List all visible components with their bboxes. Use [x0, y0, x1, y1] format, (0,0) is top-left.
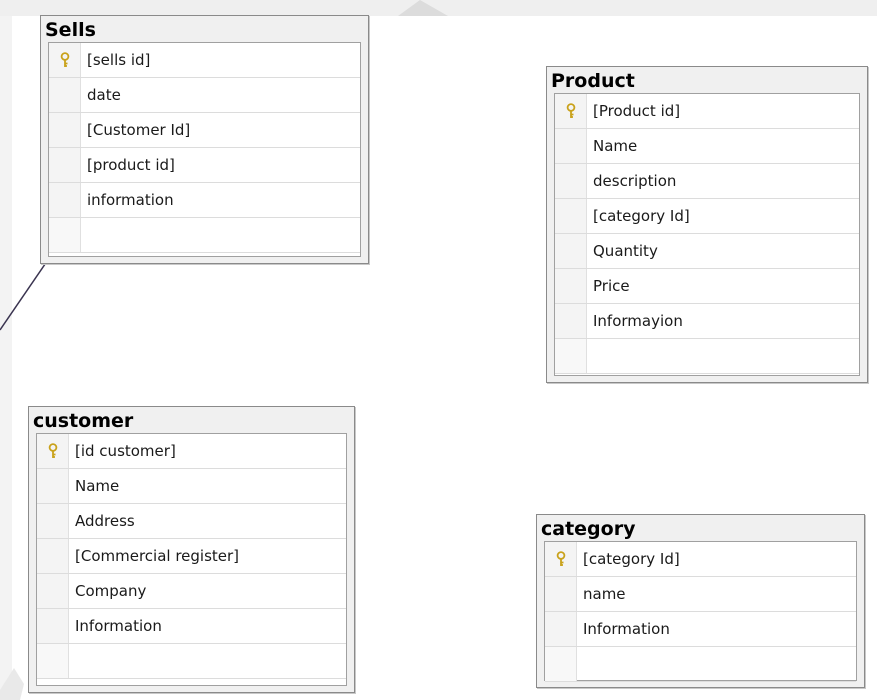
row-selector[interactable] — [555, 199, 587, 233]
column-name: name — [583, 585, 626, 603]
column-row[interactable]: description — [555, 164, 859, 199]
table-title: category — [541, 518, 636, 540]
column-row[interactable]: Name — [555, 129, 859, 164]
row-selector[interactable] — [545, 647, 577, 681]
column-name: Name — [593, 137, 638, 155]
row-selector[interactable] — [555, 164, 587, 198]
column-row[interactable]: name — [545, 577, 856, 612]
column-row[interactable]: Information — [37, 609, 346, 644]
row-selector[interactable] — [555, 339, 587, 373]
column-row[interactable]: [category Id] — [555, 199, 859, 234]
column-name: Information — [583, 620, 670, 638]
column-name: [sells id] — [87, 51, 151, 69]
column-row[interactable]: Price — [555, 269, 859, 304]
row-selector[interactable] — [555, 304, 587, 338]
empty-new-row[interactable] — [49, 218, 360, 253]
key-icon — [556, 551, 565, 566]
table-customer[interactable]: customer [id customer] Name Address [Commer… — [28, 406, 355, 693]
column-row[interactable]: [id customer] — [37, 434, 346, 469]
key-icon — [48, 443, 57, 458]
column-grid: [Product id] Name description [category Id]… — [554, 93, 860, 376]
column-grid: [category Id] name Information — [544, 541, 857, 682]
row-selector[interactable] — [49, 43, 81, 77]
column-name: Company — [75, 582, 147, 600]
row-selector[interactable] — [555, 234, 587, 268]
column-row[interactable]: [category Id] — [545, 542, 856, 577]
column-row[interactable]: Information — [545, 612, 856, 647]
row-selector[interactable] — [555, 94, 587, 128]
row-selector[interactable] — [49, 183, 81, 217]
column-name: [product id] — [87, 156, 175, 174]
row-selector[interactable] — [37, 469, 69, 503]
table-title: Sells — [45, 19, 96, 41]
table-title: Product — [551, 70, 635, 92]
row-selector[interactable] — [545, 577, 577, 611]
column-row[interactable]: Name — [37, 469, 346, 504]
row-selector[interactable] — [545, 542, 577, 576]
column-name: [id customer] — [75, 442, 176, 460]
row-selector[interactable] — [49, 113, 81, 147]
column-row[interactable]: Address — [37, 504, 346, 539]
column-name: Price — [593, 277, 630, 295]
column-name: [Customer Id] — [87, 121, 191, 139]
row-selector[interactable] — [37, 504, 69, 538]
column-name: date — [87, 86, 121, 104]
column-row[interactable]: Quantity — [555, 234, 859, 269]
table-category[interactable]: category [category Id] name Information — [536, 514, 865, 688]
row-selector[interactable] — [37, 644, 69, 678]
column-row[interactable]: [Commercial register] — [37, 539, 346, 574]
column-name: information — [87, 191, 174, 209]
row-selector[interactable] — [37, 574, 69, 608]
column-grid: [sells id] date [Customer Id] [product id] i… — [48, 42, 361, 257]
empty-new-row[interactable] — [37, 644, 346, 679]
column-grid: [id customer] Name Address [Commercial regi… — [36, 433, 347, 686]
column-name: Quantity — [593, 242, 658, 260]
column-name: [category Id] — [593, 207, 690, 225]
table-sells[interactable]: Sells [sells id] date [Customer Id] [produc… — [40, 15, 369, 264]
row-selector[interactable] — [37, 609, 69, 643]
column-name: Name — [75, 477, 120, 495]
left-band — [0, 16, 12, 700]
column-name: [category Id] — [583, 550, 680, 568]
row-selector[interactable] — [37, 539, 69, 573]
column-row[interactable]: Informayion — [555, 304, 859, 339]
column-row[interactable]: [Customer Id] — [49, 113, 360, 148]
empty-new-row[interactable] — [545, 647, 856, 682]
row-selector[interactable] — [49, 78, 81, 112]
column-row[interactable]: [product id] — [49, 148, 360, 183]
table-product[interactable]: Product [Product id] Name description [cate… — [546, 66, 868, 383]
diagram-canvas: Sells [sells id] date [Customer Id] [produc… — [0, 0, 877, 700]
row-selector[interactable] — [555, 129, 587, 163]
row-selector[interactable] — [49, 148, 81, 182]
column-name: [Product id] — [593, 102, 681, 120]
column-row[interactable]: Company — [37, 574, 346, 609]
row-selector[interactable] — [37, 434, 69, 468]
column-name: Address — [75, 512, 135, 530]
column-name: description — [593, 172, 677, 190]
column-row[interactable]: [Product id] — [555, 94, 859, 129]
column-name: Information — [75, 617, 162, 635]
row-selector[interactable] — [545, 612, 577, 646]
row-selector[interactable] — [49, 218, 81, 252]
column-name: [Commercial register] — [75, 547, 240, 565]
column-row[interactable]: [sells id] — [49, 43, 360, 78]
table-title: customer — [33, 410, 134, 432]
row-selector[interactable] — [555, 269, 587, 303]
key-icon — [60, 52, 69, 67]
empty-new-row[interactable] — [555, 339, 859, 374]
key-icon — [566, 103, 575, 118]
column-row[interactable]: information — [49, 183, 360, 218]
column-row[interactable]: date — [49, 78, 360, 113]
column-name: Informayion — [593, 312, 683, 330]
